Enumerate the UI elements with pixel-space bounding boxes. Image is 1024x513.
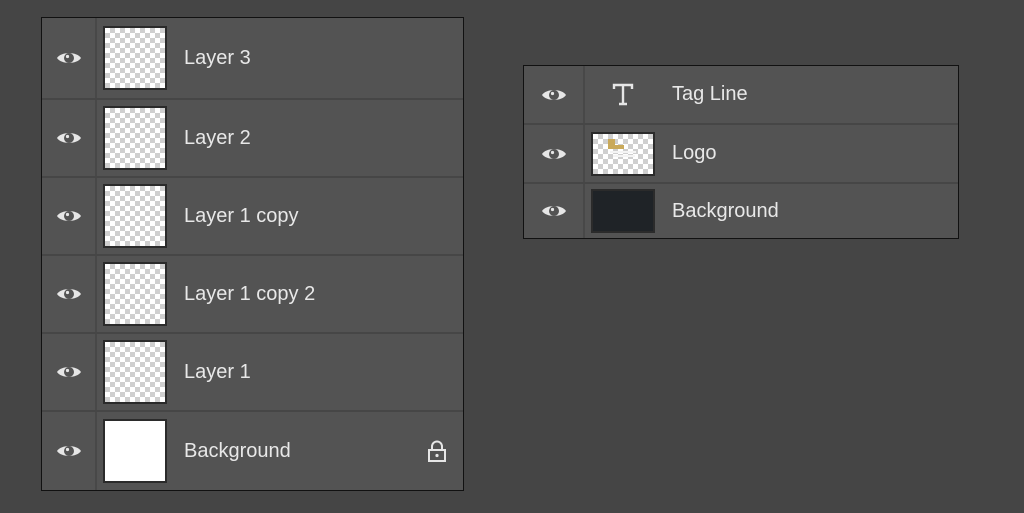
visibility-toggle[interactable] xyxy=(524,184,585,238)
layer-row[interactable]: Layer 1 xyxy=(42,334,463,412)
layer-name: Background xyxy=(672,199,779,222)
visibility-toggle[interactable] xyxy=(42,256,97,332)
eye-icon xyxy=(541,146,567,162)
layer-name: Layer 1 copy 2 xyxy=(184,282,316,305)
layers-panel-right: Tag Line Logo Background xyxy=(523,65,959,239)
layer-row-background[interactable]: Background xyxy=(524,184,958,238)
type-layer-thumbnail xyxy=(591,73,655,117)
layer-thumbnail xyxy=(591,189,655,233)
layer-row-background[interactable]: Background xyxy=(42,412,463,490)
layer-name: Layer 3 xyxy=(184,46,251,69)
eye-icon xyxy=(541,87,567,103)
layer-thumbnail xyxy=(103,106,167,170)
eye-icon xyxy=(541,203,567,219)
layer-thumbnail xyxy=(103,262,167,326)
eye-icon xyxy=(56,208,82,224)
eye-icon xyxy=(56,50,82,66)
layer-name: Background xyxy=(184,439,291,462)
eye-icon xyxy=(56,443,82,459)
layer-name: Logo xyxy=(672,142,717,164)
layer-name: Tag Line xyxy=(672,83,748,105)
layer-row[interactable]: Layer 2 xyxy=(42,100,463,178)
visibility-toggle[interactable] xyxy=(524,125,585,182)
visibility-toggle[interactable] xyxy=(42,18,97,98)
logo-thumbnail-icon xyxy=(608,138,636,157)
type-layer-icon xyxy=(612,83,634,105)
layer-row[interactable]: Layer 1 copy 2 xyxy=(42,256,463,334)
layer-row[interactable]: Layer 1 copy xyxy=(42,178,463,256)
eye-icon xyxy=(56,364,82,380)
layer-name: Layer 2 xyxy=(184,126,251,149)
visibility-toggle[interactable] xyxy=(524,66,585,123)
layer-thumbnail xyxy=(103,419,167,483)
eye-icon xyxy=(56,286,82,302)
visibility-toggle[interactable] xyxy=(42,412,97,490)
lock-icon[interactable] xyxy=(427,440,447,462)
layer-name: Layer 1 copy xyxy=(184,204,299,227)
layer-thumbnail xyxy=(591,131,655,176)
layer-row[interactable]: Logo xyxy=(524,125,958,184)
layer-name: Layer 1 xyxy=(184,360,251,383)
layer-thumbnail xyxy=(103,340,167,404)
layers-panel-left: Layer 3 Layer 2 Layer 1 copy Layer 1 cop… xyxy=(41,17,464,491)
visibility-toggle[interactable] xyxy=(42,178,97,254)
visibility-toggle[interactable] xyxy=(42,334,97,410)
eye-icon xyxy=(56,130,82,146)
visibility-toggle[interactable] xyxy=(42,100,97,176)
layer-thumbnail xyxy=(103,26,167,90)
layer-row[interactable]: Tag Line xyxy=(524,66,958,125)
layer-row[interactable]: Layer 3 xyxy=(42,18,463,100)
layer-thumbnail xyxy=(103,184,167,248)
